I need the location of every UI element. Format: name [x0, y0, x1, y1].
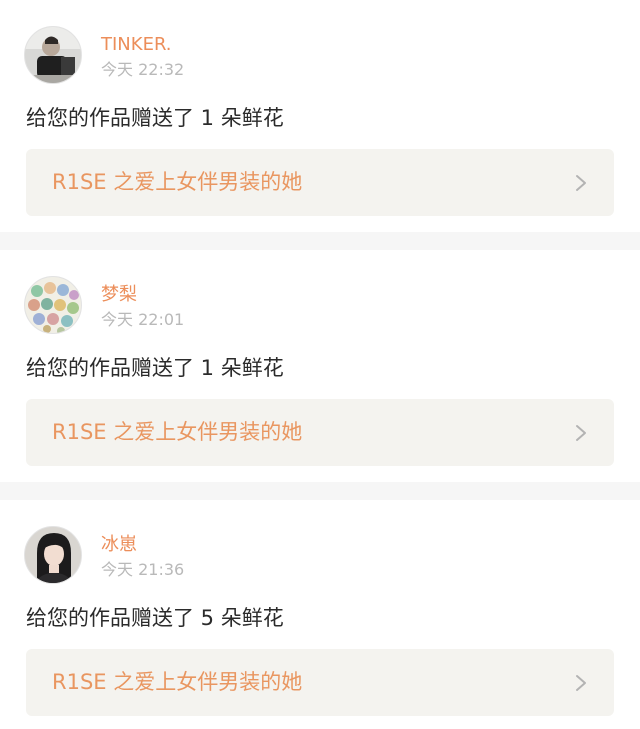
gift-message: 给您的作品赠送了 1 朵鲜花	[26, 356, 284, 380]
username[interactable]: 梦梨	[101, 284, 137, 306]
girl-photo-icon	[25, 527, 81, 583]
notification-item: 梦梨 今天 22:01 给您的作品赠送了 1 朵鲜花 R1SE 之爱上女伴男装的…	[0, 250, 640, 482]
username[interactable]: 冰崽	[101, 534, 137, 556]
work-title: R1SE 之爱上女伴男装的她	[52, 170, 303, 194]
timestamp: 今天 22:32	[101, 60, 185, 79]
notification-item: TINKER. 今天 22:32 给您的作品赠送了 1 朵鲜花 R1SE 之爱上…	[0, 0, 640, 232]
gift-message: 给您的作品赠送了 1 朵鲜花	[26, 106, 284, 130]
notification-header: TINKER. 今天 22:32	[24, 26, 616, 86]
timestamp: 今天 21:36	[101, 560, 185, 579]
avatar[interactable]	[24, 526, 82, 584]
username[interactable]: TINKER.	[101, 34, 172, 56]
work-link-card[interactable]: R1SE 之爱上女伴男装的她	[26, 649, 614, 716]
separator	[0, 482, 640, 500]
timestamp: 今天 22:01	[101, 310, 185, 329]
separator	[0, 232, 640, 250]
notification-feed: TINKER. 今天 22:32 给您的作品赠送了 1 朵鲜花 R1SE 之爱上…	[0, 0, 640, 729]
cartoon-group-icon	[25, 277, 81, 333]
chevron-right-icon	[576, 425, 586, 441]
notification-item: 冰崽 今天 21:36 给您的作品赠送了 5 朵鲜花 R1SE 之爱上女伴男装的…	[0, 500, 640, 729]
chevron-right-icon	[576, 175, 586, 191]
work-title: R1SE 之爱上女伴男装的她	[52, 420, 303, 444]
user-photo-icon	[25, 27, 81, 83]
avatar[interactable]	[24, 26, 82, 84]
notification-header: 梦梨 今天 22:01	[24, 276, 616, 336]
chevron-right-icon	[576, 675, 586, 691]
avatar[interactable]	[24, 276, 82, 334]
work-link-card[interactable]: R1SE 之爱上女伴男装的她	[26, 399, 614, 466]
notification-header: 冰崽 今天 21:36	[24, 526, 616, 586]
gift-message: 给您的作品赠送了 5 朵鲜花	[26, 606, 284, 630]
work-title: R1SE 之爱上女伴男装的她	[52, 670, 303, 694]
work-link-card[interactable]: R1SE 之爱上女伴男装的她	[26, 149, 614, 216]
